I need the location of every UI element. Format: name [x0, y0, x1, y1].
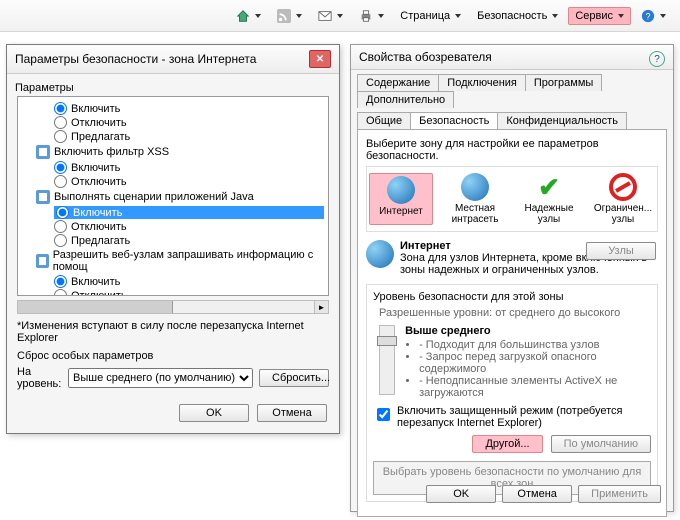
forbidden-icon: [609, 173, 637, 201]
check-icon: ✔: [535, 173, 563, 201]
scroll-thumb[interactable]: [18, 301, 173, 313]
dialog-titlebar: Параметры безопасности - зона Интернета …: [7, 45, 339, 74]
page-menu[interactable]: Страница: [394, 8, 467, 24]
tab-connections[interactable]: Подключения: [438, 74, 526, 91]
safety-menu[interactable]: Безопасность: [471, 8, 564, 24]
params-label: Параметры: [15, 82, 331, 94]
tab-privacy[interactable]: Конфиденциальность: [497, 112, 627, 129]
level-name: Выше среднего: [405, 325, 491, 337]
zone-list: Интернет Местная интрасеть ✔ Надежные уз…: [366, 166, 658, 232]
service-menu[interactable]: Сервис: [568, 7, 631, 25]
allowed-levels: Разрешенные уровни: от среднего до высок…: [379, 307, 651, 319]
tabs-row-1: Содержание Подключения Программы Дополни…: [351, 70, 673, 108]
default-level-button[interactable]: По умолчанию: [551, 435, 651, 453]
level-bullets: - Подходит для большинства узлов - Запро…: [407, 339, 651, 399]
protected-mode-checkbox[interactable]: Включить защищенный режим (потребуется п…: [373, 405, 651, 429]
dialog-buttons: OK Отмена Применить: [426, 485, 661, 503]
tab-security[interactable]: Безопасность: [410, 112, 498, 129]
tab-advanced[interactable]: Дополнительно: [357, 91, 454, 108]
tab-body: Выберите зону для настройки ее параметро…: [357, 129, 667, 517]
zone-trusted[interactable]: ✔ Надежные узлы: [517, 173, 581, 225]
zone-restricted[interactable]: Ограничен... узлы: [591, 173, 655, 225]
slider-knob[interactable]: [377, 336, 397, 346]
level-select[interactable]: Выше среднего (по умолчанию): [68, 368, 253, 388]
print-icon[interactable]: [353, 7, 390, 25]
radio-prompt[interactable]: [54, 234, 67, 247]
globe-icon: [387, 176, 415, 204]
help-menu[interactable]: ?: [635, 7, 672, 25]
globe-icon: [366, 240, 394, 268]
horizontal-scrollbar[interactable]: ◄ ►: [17, 300, 329, 314]
zone-intro: Выберите зону для настройки ее параметро…: [366, 138, 658, 162]
radio-enable[interactable]: [54, 102, 67, 115]
radio-enable[interactable]: [56, 206, 69, 219]
cancel-button[interactable]: Отмена: [502, 485, 572, 503]
reset-button[interactable]: Сбросить...: [259, 369, 329, 387]
category-icon: [36, 254, 49, 268]
zone-internet[interactable]: Интернет: [369, 173, 433, 225]
security-level-group: Уровень безопасности для этой зоны Разре…: [366, 284, 658, 502]
security-slider[interactable]: [379, 325, 395, 395]
close-icon[interactable]: ✕: [309, 50, 331, 68]
settings-tree[interactable]: Включить Отключить Предлагать Включить ф…: [17, 96, 329, 296]
level-label: На уровень:: [17, 366, 62, 390]
intranet-icon: [461, 173, 489, 201]
home-icon[interactable]: [230, 7, 267, 25]
sites-button[interactable]: Узлы: [586, 242, 656, 260]
svg-text:?: ?: [646, 11, 651, 21]
radio-enable[interactable]: [54, 161, 67, 174]
tabs-row-2: Общие Безопасность Конфиденциальность: [351, 108, 673, 129]
apply-button[interactable]: Применить: [578, 485, 661, 503]
internet-options-dialog: Свойства обозревателя ? Содержание Подкл…: [350, 44, 674, 512]
custom-level-button[interactable]: Другой...: [472, 435, 542, 453]
reset-label: Сброс особых параметров: [17, 350, 329, 362]
security-settings-dialog: Параметры безопасности - зона Интернета …: [6, 44, 340, 434]
rss-icon[interactable]: [271, 7, 308, 25]
tab-general[interactable]: Общие: [357, 112, 411, 129]
radio-enable[interactable]: [54, 275, 67, 288]
radio-disable[interactable]: [54, 175, 67, 188]
tab-programs[interactable]: Программы: [525, 74, 602, 91]
category-icon: [36, 145, 50, 159]
restart-note: *Изменения вступают в силу после перезап…: [17, 320, 329, 344]
category-icon: [36, 190, 50, 204]
radio-disable[interactable]: [54, 220, 67, 233]
level-group-label: Уровень безопасности для этой зоны: [373, 291, 651, 303]
radio-prompt[interactable]: [54, 130, 67, 143]
radio-disable[interactable]: [54, 289, 67, 296]
scroll-right-icon[interactable]: ►: [314, 301, 328, 313]
ok-button[interactable]: OK: [179, 404, 249, 422]
zone-name: Интернет: [400, 240, 451, 252]
dialog-title: Свойства обозревателя: [359, 50, 492, 64]
help-icon[interactable]: ?: [649, 51, 665, 67]
tab-content[interactable]: Содержание: [357, 74, 439, 91]
cancel-button[interactable]: Отмена: [257, 404, 327, 422]
zone-intranet[interactable]: Местная интрасеть: [443, 173, 507, 225]
browser-toolbar: Страница Безопасность Сервис ?: [0, 0, 680, 32]
radio-disable[interactable]: [54, 116, 67, 129]
dialog-title: Параметры безопасности - зона Интернета: [15, 52, 256, 66]
dialog-titlebar: Свойства обозревателя ?: [351, 45, 673, 70]
ok-button[interactable]: OK: [426, 485, 496, 503]
mail-icon[interactable]: [312, 7, 349, 25]
